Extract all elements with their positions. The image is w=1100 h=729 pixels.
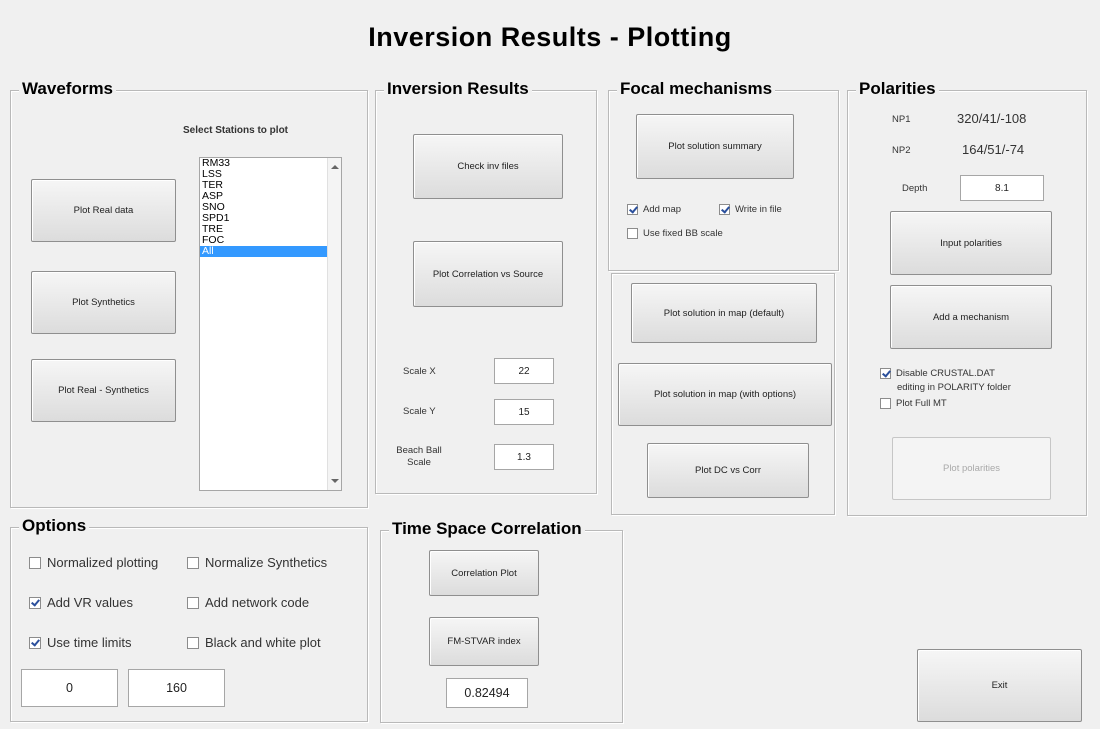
add-network-code-checkbox[interactable]: Add network code (187, 595, 309, 610)
time-space-panel: Time Space Correlation Correlation Plot … (380, 519, 623, 723)
scroll-up-icon[interactable] (331, 165, 339, 169)
plot-full-mt-label: Plot Full MT (896, 398, 947, 409)
beach-ball-scale-label: Beach Ball Scale (396, 445, 442, 468)
scale-x-label: Scale X (403, 366, 436, 377)
plot-real-synthetics-button[interactable]: Plot Real - Synthetics (31, 359, 176, 422)
correlation-index-field: 0.82494 (446, 678, 528, 708)
use-time-limits-label: Use time limits (47, 635, 132, 650)
plot-polarities-button[interactable]: Plot polarities (892, 437, 1051, 500)
add-vr-values-checkbox[interactable]: Add VR values (29, 595, 133, 610)
normalized-plotting-box[interactable] (29, 556, 41, 569)
plot-solution-map-options-button[interactable]: Plot solution in map (with options) (618, 363, 832, 426)
plot-real-data-button[interactable]: Plot Real data (31, 179, 176, 242)
write-in-file-checkbox[interactable]: Write in file (719, 204, 782, 215)
scale-y-label: Scale Y (403, 406, 436, 417)
normalized-plotting-label: Normalized plotting (47, 555, 159, 570)
inversion-results-panel: Inversion Results Check inv files Plot C… (375, 79, 597, 494)
use-time-limits-box[interactable] (29, 636, 41, 649)
add-map-label: Add map (643, 204, 682, 215)
write-in-file-box[interactable] (719, 204, 730, 215)
options-title: Options (19, 516, 90, 536)
disable-crustal-box[interactable] (880, 368, 891, 379)
focal-map-panel: Plot solution in map (default) Plot solu… (611, 273, 835, 515)
use-time-limits-checkbox[interactable]: Use time limits (29, 635, 132, 650)
black-white-plot-box[interactable] (187, 636, 199, 649)
disable-crustal-label-line2: editing in POLARITY folder (897, 382, 1011, 393)
use-fixed-bb-scale-checkbox[interactable]: Use fixed BB scale (627, 228, 723, 239)
select-stations-label: Select Stations to plot (183, 125, 289, 136)
normalize-synthetics-checkbox[interactable]: Normalize Synthetics (187, 555, 327, 570)
add-mechanism-button[interactable]: Add a mechanism (890, 285, 1052, 349)
add-map-checkbox[interactable]: Add map (627, 204, 681, 215)
black-white-plot-checkbox[interactable]: Black and white plot (187, 635, 321, 650)
input-polarities-button[interactable]: Input polarities (890, 211, 1052, 275)
waveforms-title: Waveforms (19, 79, 117, 99)
listbox-scrollbar[interactable] (327, 158, 341, 490)
beach-ball-scale-input[interactable]: 1.3 (494, 444, 554, 470)
np1-label: NP1 (892, 114, 911, 125)
normalized-plotting-checkbox[interactable]: Normalized plotting (29, 555, 158, 570)
time-min-input[interactable]: 0 (21, 669, 118, 707)
inversion-results-title: Inversion Results (384, 79, 532, 99)
fm-stvar-index-button[interactable]: FM-STVAR index (429, 617, 539, 666)
time-max-input[interactable]: 160 (128, 669, 225, 707)
normalize-synthetics-label: Normalize Synthetics (205, 555, 328, 570)
correlation-plot-button[interactable]: Correlation Plot (429, 550, 539, 596)
stations-listbox[interactable]: RM33 LSS TER ASP SNO SPD1 TRE FOC All (199, 157, 342, 491)
focal-mechanisms-panel: Focal mechanisms Plot solution summary A… (608, 79, 839, 271)
add-network-code-label: Add network code (205, 595, 310, 610)
disable-crustal-label: Disable CRUSTAL.DAT (896, 368, 995, 379)
scroll-down-icon[interactable] (331, 479, 339, 483)
add-network-code-box[interactable] (187, 596, 199, 609)
waveforms-panel: Waveforms Select Stations to plot RM33 LS… (10, 79, 368, 508)
add-map-box[interactable] (627, 204, 638, 215)
depth-input[interactable]: 8.1 (960, 175, 1044, 201)
black-white-plot-label: Black and white plot (205, 635, 321, 650)
polarities-title: Polarities (856, 79, 939, 99)
np2-label: NP2 (892, 145, 911, 156)
station-list-item[interactable]: FOC (200, 235, 341, 246)
use-fixed-bb-scale-label: Use fixed BB scale (643, 228, 723, 239)
exit-button[interactable]: Exit (917, 649, 1082, 722)
plot-synthetics-button[interactable]: Plot Synthetics (31, 271, 176, 334)
normalize-synthetics-box[interactable] (187, 556, 199, 569)
write-in-file-label: Write in file (735, 204, 782, 215)
np1-value: 320/41/-108 (957, 111, 1027, 126)
depth-label: Depth (902, 183, 928, 194)
plot-full-mt-box[interactable] (880, 398, 891, 409)
plot-solution-summary-button[interactable]: Plot solution summary (636, 114, 794, 179)
scale-x-input[interactable]: 22 (494, 358, 554, 384)
window-title: Inversion Results - Plotting (368, 22, 732, 52)
add-vr-values-box[interactable] (29, 596, 41, 609)
time-space-title: Time Space Correlation (389, 519, 585, 539)
plot-correlation-button[interactable]: Plot Correlation vs Source (413, 241, 563, 307)
scale-y-input[interactable]: 15 (494, 399, 554, 425)
plot-dc-vs-corr-button[interactable]: Plot DC vs Corr (647, 443, 809, 498)
plot-full-mt-checkbox[interactable]: Plot Full MT (880, 398, 947, 409)
disable-crustal-checkbox[interactable]: Disable CRUSTAL.DAT (880, 368, 995, 379)
np2-value: 164/51/-74 (962, 142, 1025, 157)
plot-solution-map-default-button[interactable]: Plot solution in map (default) (631, 283, 817, 343)
polarities-panel: Polarities NP1 320/41/-108 NP2 164/51/-7… (847, 79, 1087, 516)
focal-mechanisms-title: Focal mechanisms (617, 79, 776, 99)
use-fixed-bb-scale-box[interactable] (627, 228, 638, 239)
options-panel: Options Normalized plotting Normalize Sy… (10, 516, 368, 722)
check-inv-files-button[interactable]: Check inv files (413, 134, 563, 199)
add-vr-values-label: Add VR values (47, 595, 133, 610)
station-list-item[interactable]: All (200, 246, 341, 257)
